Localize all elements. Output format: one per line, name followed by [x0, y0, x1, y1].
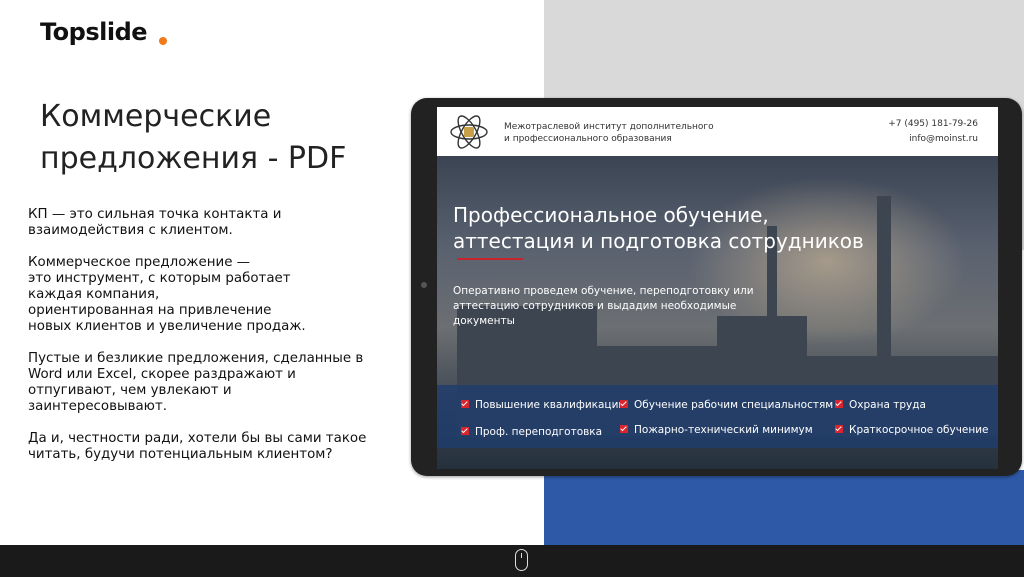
accent-underline: [457, 258, 523, 260]
feature-label: Краткосрочное обучение: [849, 424, 989, 436]
feature-item: Пожарно-технический минимум: [620, 424, 813, 436]
feature-item: Охрана труда: [835, 399, 926, 411]
hero-title: Профессиональное обучение, аттестация и …: [453, 203, 864, 253]
slide-title: Коммерческие предложения - PDF: [40, 99, 347, 176]
contact-block: +7 (495) 181-79-26 info@moinst.ru: [888, 117, 978, 147]
check-icon: [835, 425, 843, 433]
check-icon: [620, 400, 628, 408]
paragraph-4: Да и, честности ради, хотели бы вы сами …: [28, 431, 367, 462]
check-icon: [620, 425, 628, 433]
feature-label: Проф. переподготовка: [475, 426, 603, 438]
phone-link[interactable]: +7 (495) 181-79-26: [888, 117, 978, 132]
chimney: [877, 196, 891, 366]
background-blue-panel: [544, 470, 1024, 545]
feature-label: Повышение квалификации: [475, 399, 626, 411]
feature-label: Пожарно-технический минимум: [634, 424, 813, 436]
paragraph-1: КП — это сильная точка контакта и взаимо…: [28, 207, 282, 238]
brand-logo-dot: [159, 37, 167, 45]
slide-body: КП — это сильная точка контакта и взаимо…: [28, 207, 388, 479]
bottom-bar: [0, 545, 1024, 577]
feature-item: Краткосрочное обучение: [835, 424, 989, 436]
tablet-camera: [421, 282, 427, 288]
feature-item: Обучение рабочим специальностям: [620, 399, 833, 411]
features-bar: Повышение квалификации Обучение рабочим …: [437, 385, 998, 448]
email-link[interactable]: info@moinst.ru: [888, 132, 978, 147]
atom-logo-icon: [450, 115, 488, 149]
feature-item: Повышение квалификации: [461, 399, 625, 411]
brand-logo: Topslide: [40, 18, 148, 46]
org-name: Межотраслевой институт дополнительного и…: [504, 122, 714, 144]
paragraph-2: Коммерческое предложение — это инструмен…: [28, 255, 306, 334]
site-header: Межотраслевой институт дополнительного и…: [437, 107, 998, 156]
feature-label: Охрана труда: [849, 399, 926, 411]
feature-item: Проф. переподготовка: [461, 426, 602, 438]
check-icon: [461, 400, 469, 408]
feature-label: Обучение рабочим специальностям: [634, 399, 834, 411]
check-icon: [835, 400, 843, 408]
paragraph-3: Пустые и безликие предложения, сделанные…: [28, 351, 364, 414]
website-preview: Межотраслевой институт дополнительного и…: [437, 107, 998, 469]
scroll-mouse-icon[interactable]: [515, 549, 528, 571]
hero-subtitle: Оперативно проведем обучение, переподгот…: [453, 285, 754, 327]
check-icon: [461, 427, 469, 435]
